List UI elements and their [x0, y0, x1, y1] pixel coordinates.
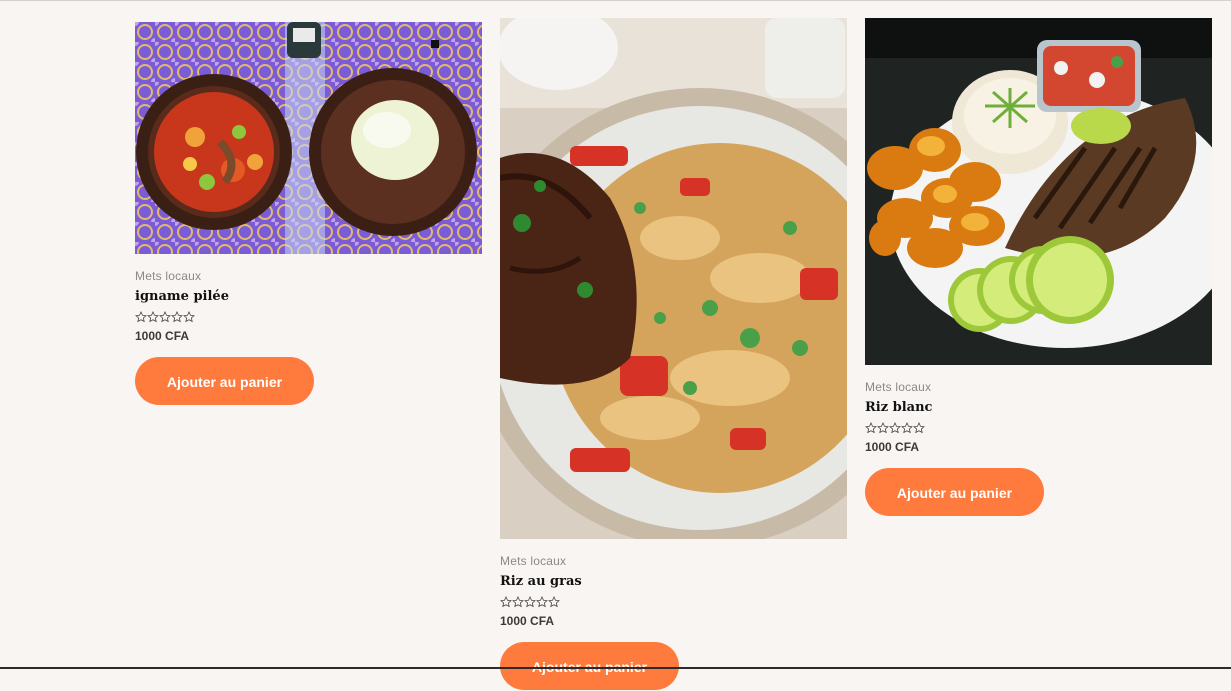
star-outline-icon: [877, 422, 889, 434]
star-outline-icon: [500, 596, 512, 608]
product-image-link[interactable]: [865, 18, 1212, 365]
product-category: Mets locaux: [500, 554, 567, 568]
product-price: 1000 CFA: [500, 614, 555, 628]
igname-pilee-photo: [135, 22, 482, 254]
add-to-cart-button[interactable]: Ajouter au panier: [500, 642, 679, 690]
star-outline-icon: [135, 311, 147, 323]
product-card-riz-blanc: Mets locaux Riz blanc 1000 CFA Ajouter a…: [865, 18, 1212, 516]
product-card-riz-au-gras: Mets locaux Riz au gras 1000 CFA Ajouter…: [500, 18, 847, 690]
star-outline-icon: [183, 311, 195, 323]
star-outline-icon: [171, 311, 183, 323]
product-title[interactable]: Riz au gras: [500, 574, 582, 589]
star-rating: [865, 422, 1212, 436]
star-outline-icon: [524, 596, 536, 608]
riz-blanc-photo: [865, 18, 1212, 365]
star-outline-icon: [889, 422, 901, 434]
star-outline-icon: [865, 422, 877, 434]
product-category: Mets locaux: [865, 380, 932, 394]
star-outline-icon: [913, 422, 925, 434]
star-outline-icon: [901, 422, 913, 434]
riz-au-gras-photo: [500, 18, 847, 539]
product-image-link[interactable]: [500, 18, 847, 539]
star-rating: [500, 596, 847, 610]
add-to-cart-button[interactable]: Ajouter au panier: [135, 357, 314, 405]
star-outline-icon: [147, 311, 159, 323]
add-to-cart-button[interactable]: Ajouter au panier: [865, 468, 1044, 516]
product-title[interactable]: igname pilée: [135, 289, 229, 304]
star-outline-icon: [512, 596, 524, 608]
star-outline-icon: [159, 311, 171, 323]
star-rating: [135, 311, 482, 325]
product-card-igname: Mets locaux igname pilée 1000 CFA Ajoute…: [135, 22, 482, 405]
product-title[interactable]: Riz blanc: [865, 400, 932, 415]
product-price: 1000 CFA: [865, 440, 920, 454]
star-outline-icon: [536, 596, 548, 608]
top-divider: [0, 0, 1231, 1]
product-category: Mets locaux: [135, 269, 202, 283]
star-outline-icon: [548, 596, 560, 608]
product-image-link[interactable]: [135, 22, 482, 254]
product-price: 1000 CFA: [135, 329, 190, 343]
